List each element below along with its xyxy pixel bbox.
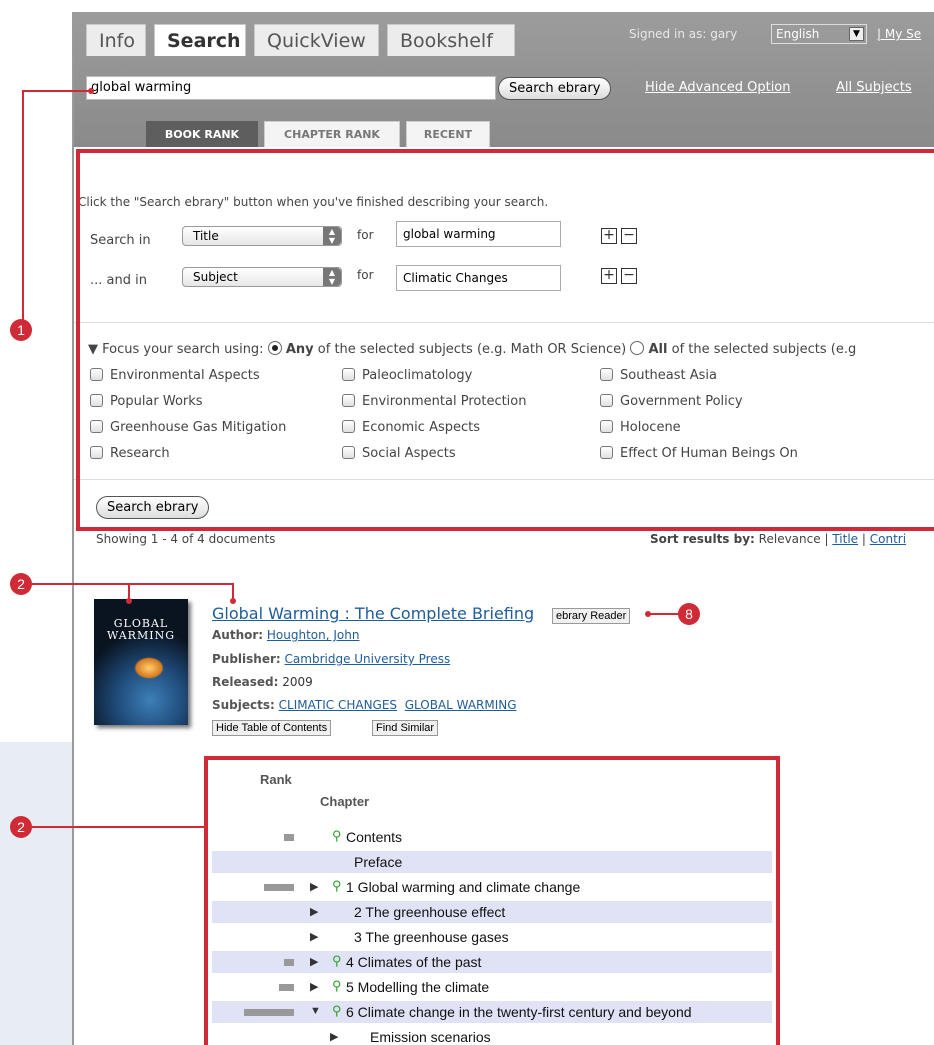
cover-title-line2: WARMING <box>106 629 175 642</box>
sort-separator: | <box>824 532 829 546</box>
search-input[interactable]: global warming <box>86 76 496 100</box>
callout-number: 1 <box>10 319 32 341</box>
hide-advanced-link[interactable]: Hide Advanced Option <box>645 80 791 95</box>
search-ebrary-button[interactable]: Search ebrary <box>498 77 612 100</box>
released-row: Released: 2009 <box>212 675 313 689</box>
tab-recent[interactable]: RECENT <box>406 121 490 147</box>
top-bar: Info Search QuickView Bookshelf Signed i… <box>74 12 934 147</box>
sort-label: Sort results by: <box>650 532 755 546</box>
sort-relevance[interactable]: Relevance <box>759 532 821 546</box>
tab-quickview[interactable]: QuickView <box>254 24 379 56</box>
released-value: 2009 <box>282 675 313 689</box>
ebrary-reader-button[interactable]: ebrary Reader <box>552 608 631 624</box>
sort-row: Sort results by: Relevance | Title | Con… <box>650 532 906 546</box>
cover-sun-image <box>134 657 164 679</box>
tab-info[interactable]: Info <box>86 24 146 56</box>
publisher-link[interactable]: Cambridge University Press <box>285 652 451 666</box>
book-cover[interactable]: GLOBAL WARMING <box>94 599 188 725</box>
tab-book-rank[interactable]: BOOK RANK <box>146 121 258 147</box>
signed-in-text: Signed in as: gary <box>629 27 738 41</box>
tab-chapter-rank[interactable]: CHAPTER RANK <box>264 121 400 147</box>
find-similar-button[interactable]: Find Similar <box>372 720 439 736</box>
author-link[interactable]: Houghton, John <box>267 628 360 642</box>
ebrary-window: Info Search QuickView Bookshelf Signed i… <box>72 12 934 1045</box>
author-label: Author: <box>212 628 264 642</box>
callout-number: 2 <box>10 816 32 838</box>
publisher-row: Publisher: Cambridge University Press <box>212 652 450 666</box>
subject-link[interactable]: CLIMATIC CHANGES <box>279 698 397 712</box>
callout-line <box>32 826 204 828</box>
all-subjects-link[interactable]: All Subjects <box>836 80 912 95</box>
language-select[interactable]: English ▼ <box>771 24 867 44</box>
language-value: English <box>776 27 820 41</box>
callout-box-toc <box>204 756 780 1045</box>
callout-dot <box>230 598 236 604</box>
book-title-link[interactable]: Global Warming : The Complete Briefing <box>212 604 534 623</box>
chevron-down-icon: ▼ <box>849 27 864 41</box>
subject-link[interactable]: GLOBAL WARMING <box>405 698 517 712</box>
callout-dot <box>126 598 132 604</box>
released-label: Released: <box>212 675 279 689</box>
publisher-label: Publisher: <box>212 652 281 666</box>
results-count: Showing 1 - 4 of 4 documents <box>96 532 276 546</box>
callout-line <box>22 90 91 92</box>
callout-box-advanced <box>76 149 934 531</box>
callout-line <box>22 90 24 330</box>
callout-number: 8 <box>678 603 700 625</box>
sort-contributor-link[interactable]: Contri <box>870 532 906 546</box>
tab-bookshelf[interactable]: Bookshelf <box>387 24 515 56</box>
tab-search[interactable]: Search <box>154 24 246 56</box>
left-background <box>0 742 72 1045</box>
author-row: Author: Houghton, John <box>212 628 359 642</box>
sort-separator: | <box>861 532 866 546</box>
subjects-label: Subjects: <box>212 698 275 712</box>
callout-line <box>648 613 680 615</box>
my-searches-link[interactable]: | My Se <box>877 27 921 41</box>
callout-line <box>32 583 234 585</box>
subjects-row: Subjects: CLIMATIC CHANGES GLOBAL WARMIN… <box>212 698 517 712</box>
hide-toc-button[interactable]: Hide Table of Contents <box>212 720 332 736</box>
sort-title-link[interactable]: Title <box>832 532 858 546</box>
callout-number: 2 <box>10 573 32 595</box>
